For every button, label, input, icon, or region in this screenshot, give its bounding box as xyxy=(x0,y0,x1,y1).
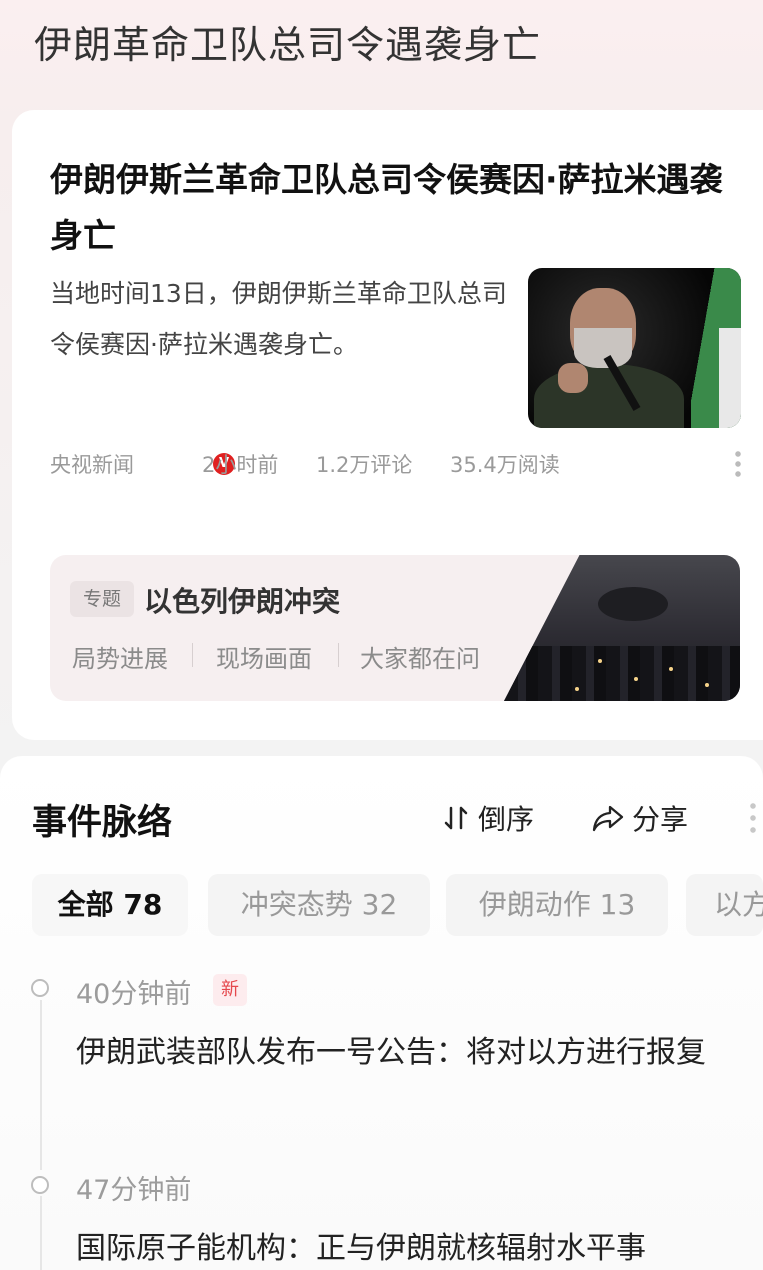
topic-link[interactable]: 大家都在问 xyxy=(360,639,480,674)
share-label: 分享 xyxy=(632,803,689,836)
city-light xyxy=(633,677,638,681)
article-time: 2小时前 xyxy=(202,453,279,477)
topic-title[interactable]: 以色列伊朗冲突 xyxy=(144,580,340,620)
article-comments[interactable]: 1.2万评论 xyxy=(316,449,412,479)
person-hand xyxy=(558,363,588,393)
article-reads: 35.4万阅读 xyxy=(450,453,560,477)
article-summary[interactable]: 当地时间13日，伊朗伊斯兰革命卫队总司令侯赛因·萨拉米遇袭身亡。 xyxy=(50,268,510,370)
tab-conflict[interactable]: 冲突态势 32 xyxy=(208,874,430,936)
timeline-dot-icon xyxy=(31,979,49,997)
article-headline[interactable]: 伊朗伊斯兰革命卫队总司令侯赛因·萨拉米遇袭身亡 xyxy=(50,152,730,264)
city-skyline xyxy=(504,646,740,701)
new-badge: 新 xyxy=(213,974,247,1006)
topic-link[interactable]: 现场画面 xyxy=(216,639,312,674)
topic-link[interactable]: 局势进展 xyxy=(72,639,168,674)
page-title: 伊朗革命卫队总司令遇袭身亡 xyxy=(34,23,542,67)
tab-all[interactable]: 全部 78 xyxy=(32,874,188,936)
person-beard xyxy=(574,328,632,368)
event-text[interactable]: 伊朗武装部队发布一号公告：将对以方进行报复 xyxy=(76,1026,756,1079)
more-options-icon[interactable] xyxy=(735,449,741,479)
event-time: 40分钟前 xyxy=(76,979,192,1010)
article-thumbnail[interactable] xyxy=(528,268,741,428)
sort-button[interactable]: 倒序 xyxy=(442,798,534,838)
smoke-cloud xyxy=(598,587,669,622)
share-icon xyxy=(592,804,624,839)
timeline-dot-icon xyxy=(31,1176,49,1194)
topic-tag: 专题 xyxy=(70,581,134,617)
topic-image xyxy=(504,555,740,701)
tab-iran-actions[interactable]: 伊朗动作 13 xyxy=(446,874,668,936)
timeline-line xyxy=(40,1000,42,1170)
sort-label: 倒序 xyxy=(478,803,535,836)
divider xyxy=(192,643,193,667)
city-light xyxy=(704,683,709,687)
events-title: 事件脉络 xyxy=(32,803,173,843)
share-button[interactable]: 分享 xyxy=(592,798,688,838)
event-time: 47分钟前 xyxy=(76,1175,192,1206)
sort-icon xyxy=(442,804,470,839)
article-source[interactable]: 央视新闻 xyxy=(50,449,134,479)
person-body xyxy=(534,364,684,428)
article-meta: 央视新闻 V 2小时前 1.2万评论 35.4万阅读 xyxy=(50,449,750,479)
timeline-line xyxy=(40,1196,42,1270)
topic-card[interactable]: 专题 以色列伊朗冲突 局势进展 现场画面 大家都在问 xyxy=(50,555,740,701)
city-light xyxy=(574,687,579,691)
more-options-icon[interactable] xyxy=(750,800,756,836)
divider xyxy=(338,643,339,667)
event-text[interactable]: 国际原子能机构：正与伊朗就核辐射水平事 xyxy=(76,1222,756,1270)
flag-stripe xyxy=(719,328,741,428)
tab-israel[interactable]: 以方 xyxy=(686,874,763,936)
